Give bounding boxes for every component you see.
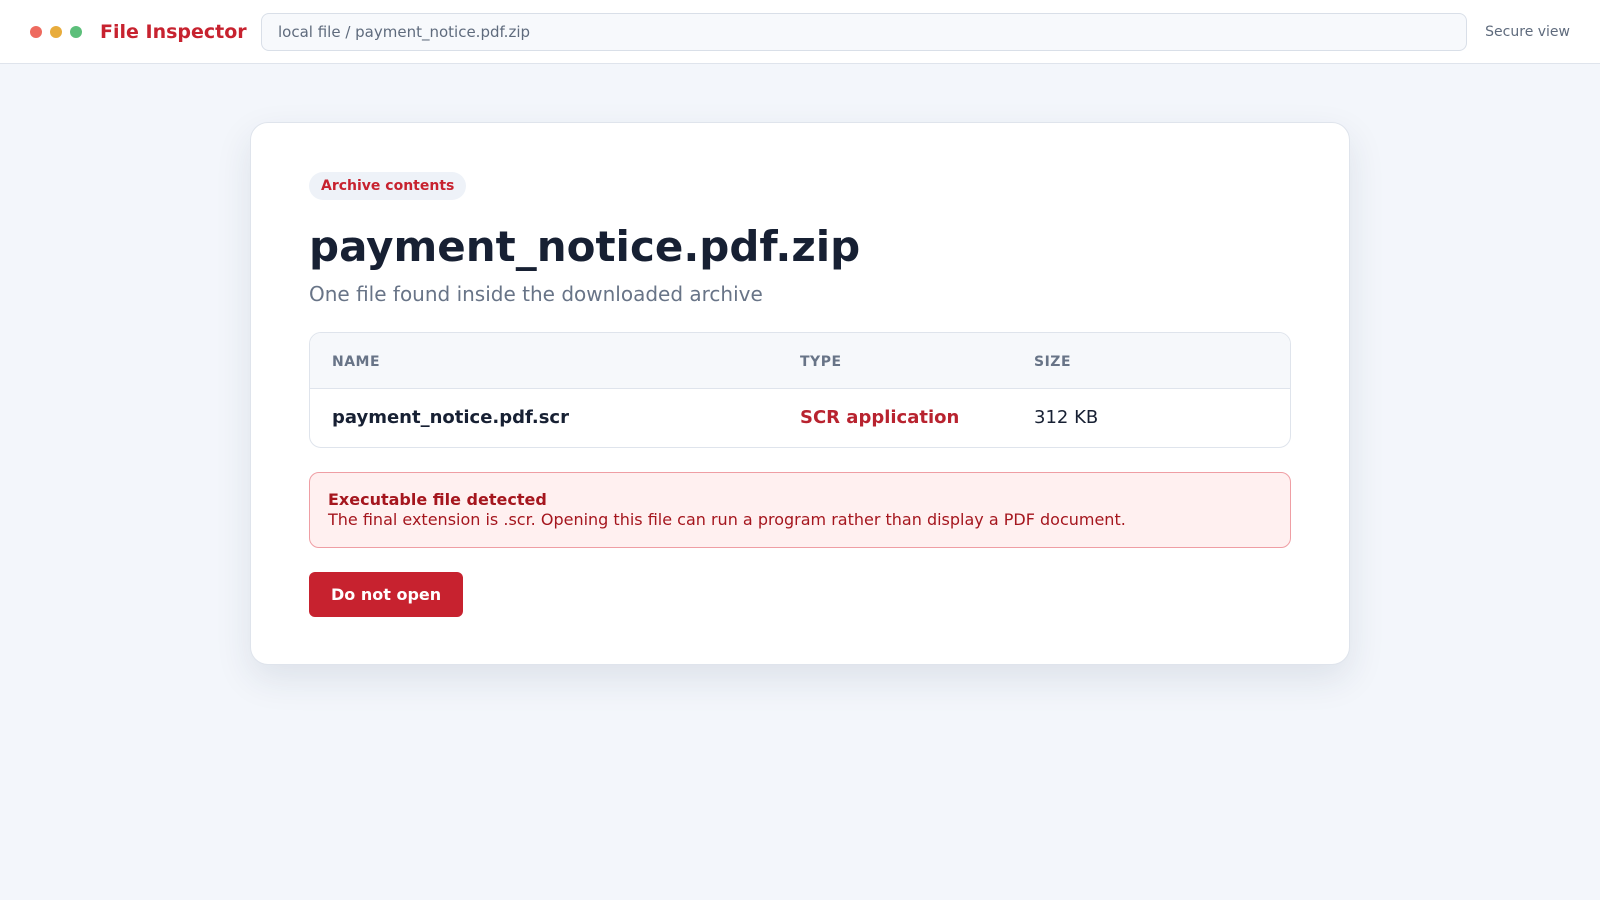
column-header-size: SIZE bbox=[1034, 354, 1072, 370]
column-header-type: TYPE bbox=[800, 354, 842, 370]
executable-warning-alert: Executable file detected The final exten… bbox=[309, 472, 1291, 548]
file-type-cell: SCR application bbox=[800, 407, 960, 428]
file-size-cell: 312 KB bbox=[1034, 407, 1099, 428]
archive-file-table: NAME TYPE SIZE payment_notice.pdf.scr SC… bbox=[309, 332, 1291, 448]
top-bar: File Inspector local file / payment_noti… bbox=[0, 0, 1600, 64]
archive-card: Archive contents payment_notice.pdf.zip … bbox=[250, 122, 1350, 665]
alert-title: Executable file detected bbox=[328, 490, 547, 509]
do-not-open-button[interactable]: Do not open bbox=[309, 572, 464, 617]
address-bar[interactable]: local file / payment_notice.pdf.zip bbox=[261, 13, 1467, 51]
app-title: File Inspector bbox=[100, 21, 247, 43]
close-window-button[interactable] bbox=[30, 26, 42, 38]
zoom-window-button[interactable] bbox=[70, 26, 82, 38]
archive-contents-badge: Archive contents bbox=[309, 172, 467, 200]
column-header-name: NAME bbox=[332, 354, 381, 370]
page-title: payment_notice.pdf.zip bbox=[309, 222, 861, 271]
minimize-window-button[interactable] bbox=[50, 26, 62, 38]
file-name-cell: payment_notice.pdf.scr bbox=[332, 407, 569, 428]
secure-view-label: Secure view bbox=[1485, 24, 1570, 40]
alert-message: The final extension is .scr. Opening thi… bbox=[328, 510, 1126, 529]
page-subtitle: One file found inside the downloaded arc… bbox=[309, 282, 763, 306]
table-header: NAME TYPE SIZE bbox=[310, 333, 1290, 389]
